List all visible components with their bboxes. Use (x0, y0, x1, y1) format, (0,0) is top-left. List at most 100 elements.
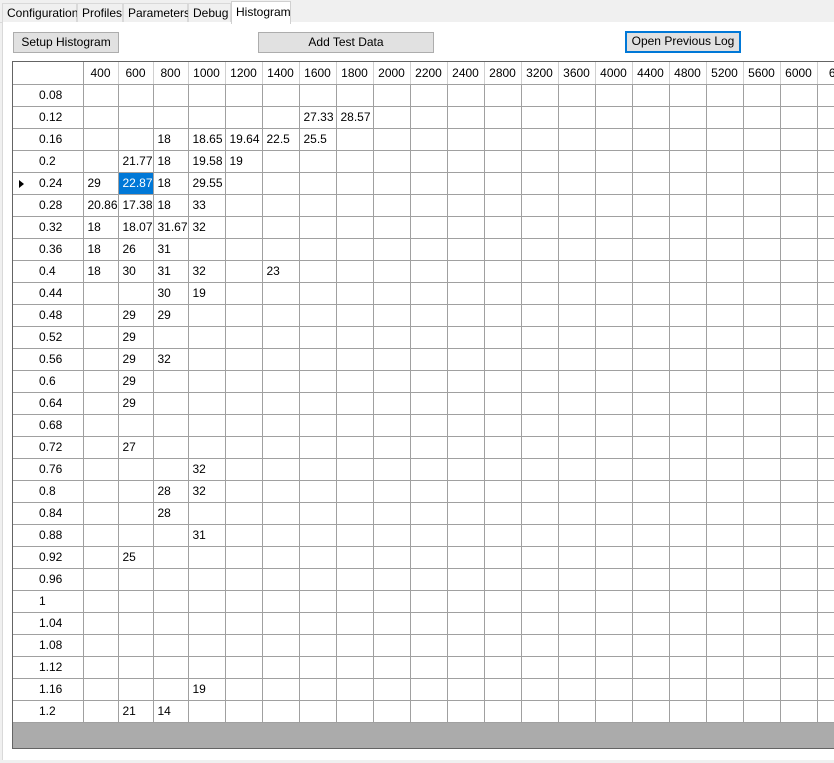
grid-cell[interactable] (521, 612, 559, 635)
grid-cell[interactable] (83, 634, 119, 657)
grid-cell[interactable] (83, 480, 119, 503)
grid-cell[interactable] (632, 150, 670, 173)
grid-cell[interactable] (743, 84, 781, 107)
grid-cell[interactable] (484, 546, 522, 569)
grid-cell[interactable] (447, 304, 485, 327)
grid-cell[interactable] (484, 612, 522, 635)
grid-cell[interactable] (521, 634, 559, 657)
grid-cell[interactable] (558, 524, 596, 547)
grid-cell[interactable] (558, 370, 596, 393)
grid-cell[interactable] (262, 458, 300, 481)
grid-cell[interactable] (558, 656, 596, 679)
row-header[interactable]: 0.28 (13, 194, 84, 217)
grid-cell[interactable] (521, 84, 559, 107)
grid-cell[interactable] (484, 282, 522, 305)
grid-cell[interactable] (153, 84, 189, 107)
grid-cell[interactable] (484, 480, 522, 503)
grid-cell[interactable] (83, 150, 119, 173)
table-row[interactable]: 1.2 21 14 (13, 700, 834, 723)
grid-cell[interactable] (632, 546, 670, 569)
row-header[interactable]: 1.16 (13, 678, 84, 701)
grid-cell[interactable] (595, 436, 633, 459)
grid-cell[interactable] (484, 194, 522, 217)
grid-cell[interactable] (225, 260, 263, 283)
column-header[interactable]: 400 (83, 62, 119, 85)
grid-cell[interactable] (817, 392, 834, 415)
histogram-grid[interactable]: 400 600 800 1000 1200 1400 1600 1800 2000 2200 240… (12, 61, 834, 749)
grid-cell[interactable] (299, 304, 337, 327)
grid-cell[interactable] (373, 546, 411, 569)
grid-cell[interactable] (118, 568, 154, 591)
row-header[interactable]: 0.36 (13, 238, 84, 261)
grid-corner-header[interactable] (13, 62, 84, 85)
grid-cell[interactable] (632, 590, 670, 613)
grid-cell[interactable] (669, 194, 707, 217)
grid-cell[interactable] (669, 260, 707, 283)
grid-cell[interactable] (410, 106, 448, 129)
grid-cell[interactable] (336, 216, 374, 239)
grid-cell[interactable] (153, 546, 189, 569)
grid-cell[interactable]: 28.57 (336, 106, 374, 129)
grid-cell[interactable] (299, 436, 337, 459)
grid-cell[interactable] (817, 172, 834, 195)
grid-cell[interactable] (299, 656, 337, 679)
grid-cell[interactable] (336, 480, 374, 503)
grid-cell[interactable] (743, 260, 781, 283)
grid-cell[interactable] (225, 392, 263, 415)
grid-cell[interactable] (299, 678, 337, 701)
grid-cell[interactable] (706, 348, 744, 371)
row-header[interactable]: 0.24 (13, 172, 84, 195)
grid-cell[interactable] (521, 172, 559, 195)
grid-cell[interactable] (669, 414, 707, 437)
grid-cell[interactable] (225, 678, 263, 701)
grid-cell[interactable] (262, 150, 300, 173)
grid-cell[interactable] (410, 458, 448, 481)
grid-cell[interactable] (632, 238, 670, 261)
grid-cell[interactable] (632, 678, 670, 701)
grid-cell[interactable] (595, 568, 633, 591)
grid-cell[interactable] (743, 150, 781, 173)
row-header[interactable]: 0.44 (13, 282, 84, 305)
grid-cell[interactable] (743, 392, 781, 415)
grid-cell[interactable] (484, 656, 522, 679)
grid-cell[interactable] (188, 568, 226, 591)
table-row[interactable]: 0.84 28 (13, 502, 834, 525)
grid-cell[interactable] (632, 304, 670, 327)
row-header[interactable]: 0.32 (13, 216, 84, 239)
grid-cell[interactable] (780, 194, 818, 217)
grid-cell[interactable] (780, 392, 818, 415)
grid-cell[interactable] (558, 348, 596, 371)
grid-cell[interactable] (153, 370, 189, 393)
grid-cell[interactable] (299, 590, 337, 613)
grid-cell[interactable] (484, 150, 522, 173)
grid-cell[interactable] (780, 260, 818, 283)
row-header[interactable]: 0.68 (13, 414, 84, 437)
grid-cell[interactable] (521, 216, 559, 239)
grid-cell[interactable] (780, 150, 818, 173)
grid-cell[interactable] (521, 282, 559, 305)
table-row[interactable]: 0.24 29 22.87 18 29.55 (13, 172, 834, 195)
grid-cell[interactable] (373, 568, 411, 591)
grid-cell[interactable] (780, 678, 818, 701)
grid-cell[interactable] (373, 260, 411, 283)
grid-cell[interactable] (447, 150, 485, 173)
grid-cell[interactable] (669, 590, 707, 613)
grid-cell[interactable] (188, 656, 226, 679)
grid-cell[interactable] (410, 480, 448, 503)
grid-cell[interactable] (225, 370, 263, 393)
grid-cell[interactable] (706, 282, 744, 305)
grid-cell[interactable] (521, 150, 559, 173)
grid-cell[interactable] (299, 348, 337, 371)
grid-cell[interactable] (188, 612, 226, 635)
grid-cell[interactable] (336, 568, 374, 591)
grid-cell[interactable] (188, 546, 226, 569)
table-row[interactable]: 1.04 (13, 612, 834, 635)
grid-cell[interactable] (632, 194, 670, 217)
grid-cell[interactable] (410, 260, 448, 283)
row-header[interactable]: 0.48 (13, 304, 84, 327)
grid-cell[interactable] (225, 502, 263, 525)
grid-cell[interactable] (373, 216, 411, 239)
grid-cell[interactable] (373, 458, 411, 481)
grid-cell[interactable]: 26 (118, 238, 154, 261)
grid-cell[interactable] (817, 194, 834, 217)
